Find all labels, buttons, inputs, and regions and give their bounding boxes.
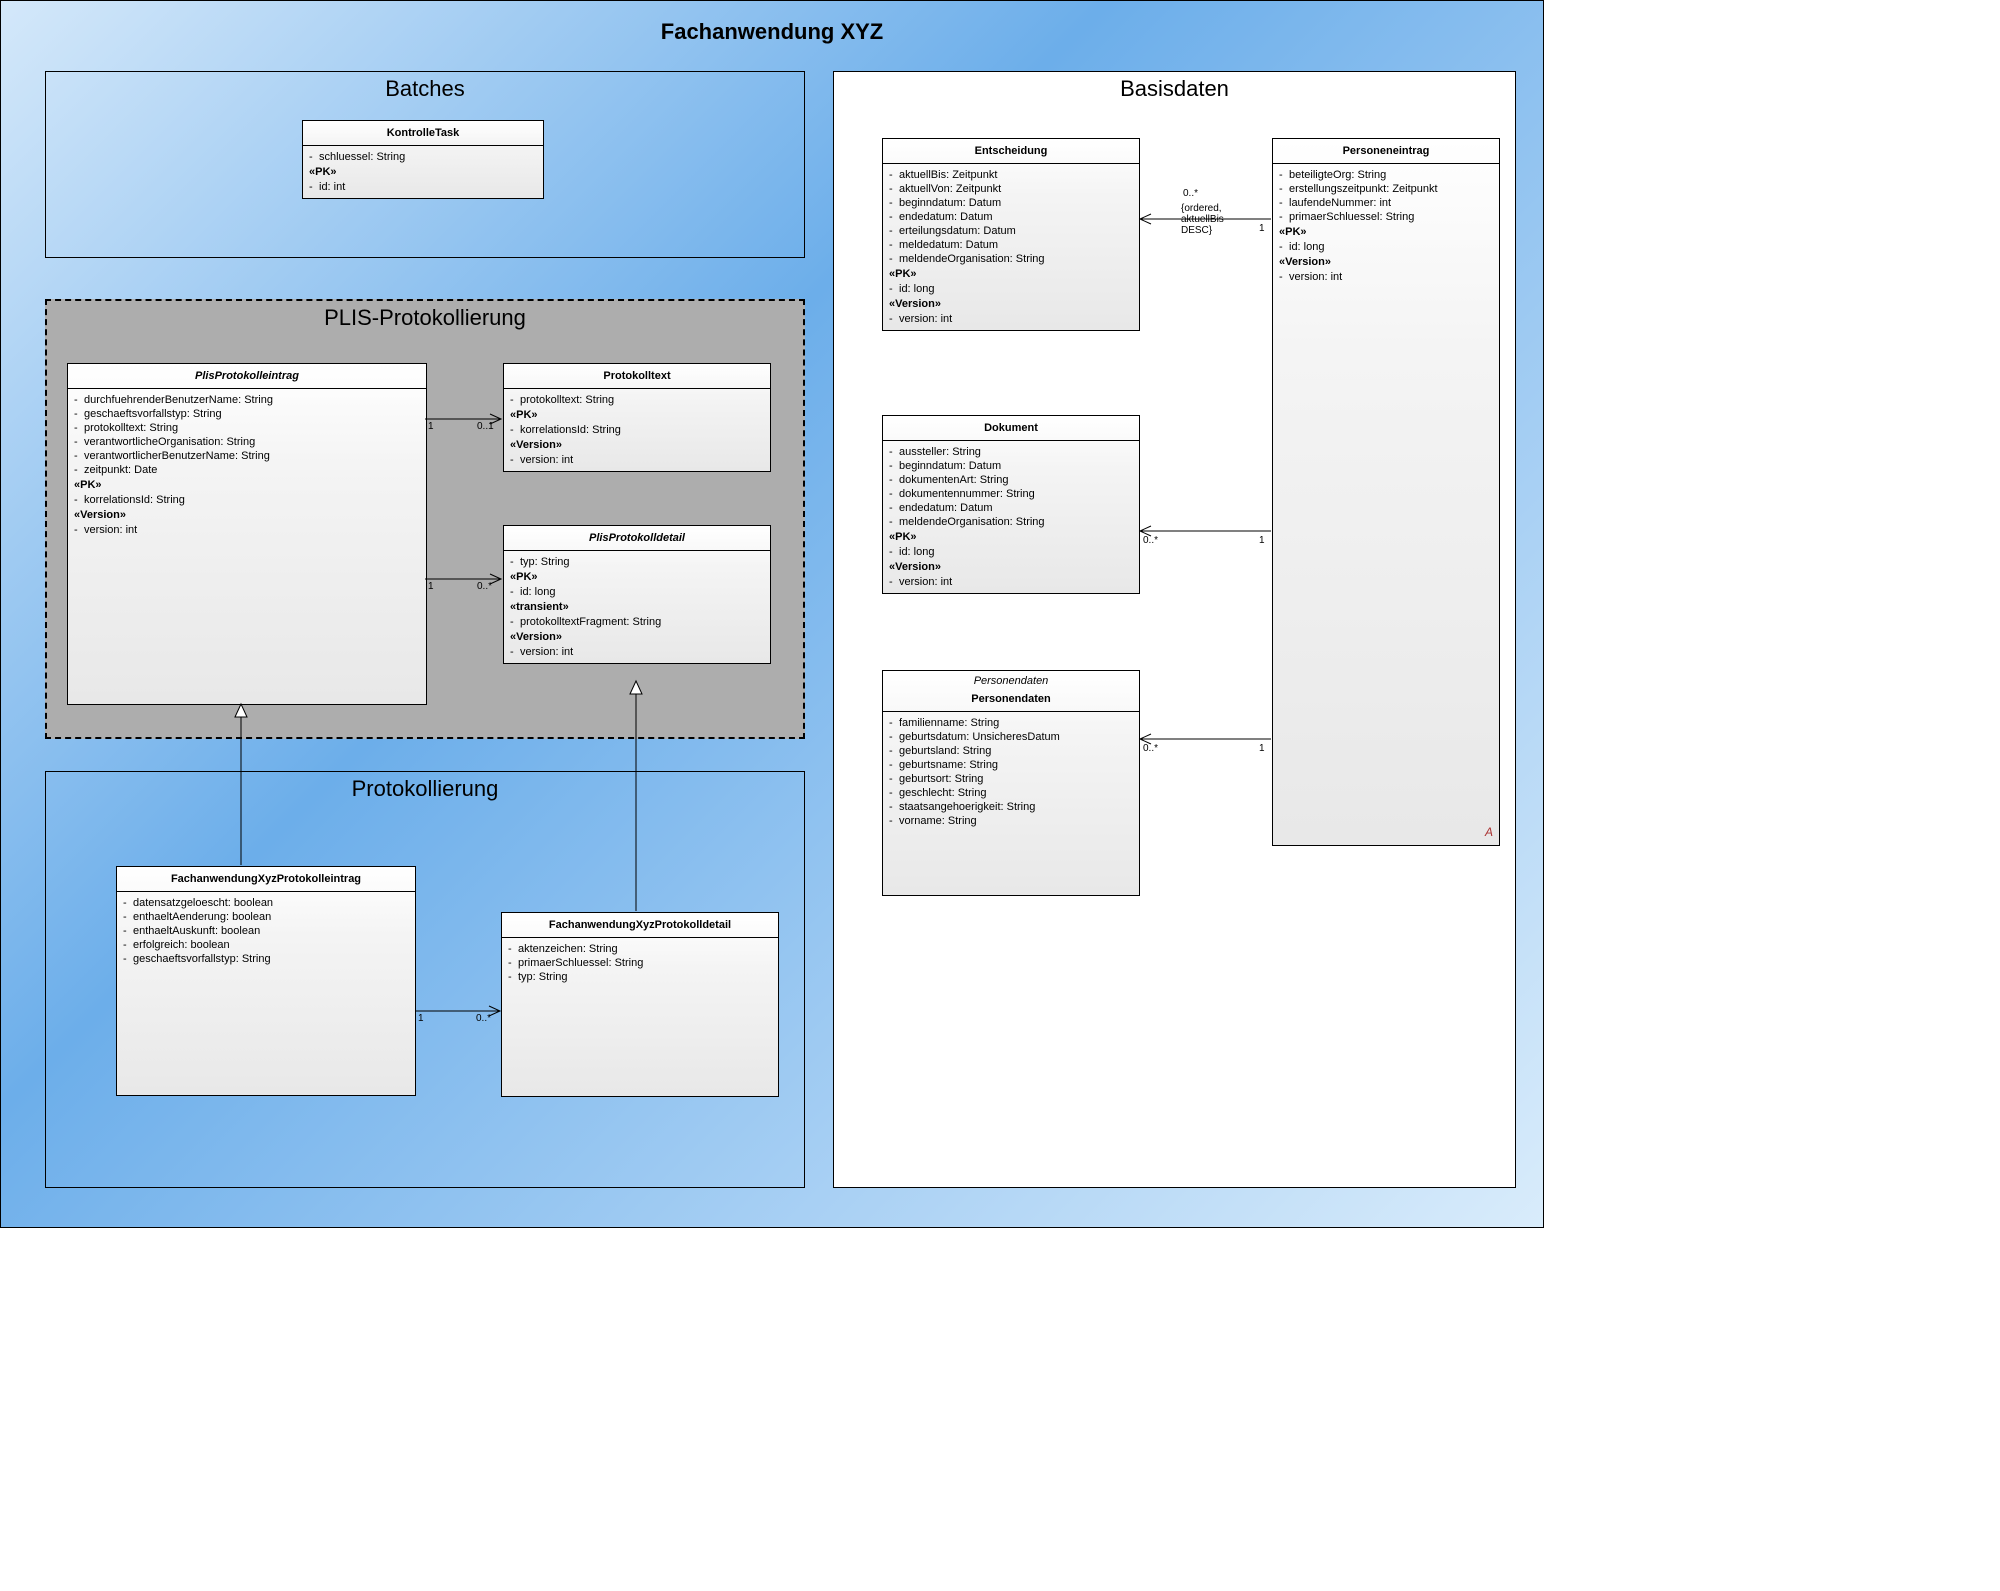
class-name: PlisProtokolleintrag <box>68 364 426 389</box>
package-title-basis: Basisdaten <box>834 72 1515 114</box>
attributes-section: -schluessel: String «PK» -id: int <box>303 146 543 198</box>
attributes-section: -datensatzgeloescht: boolean -enthaeltAe… <box>117 892 415 1092</box>
package-title-batches: Batches <box>46 72 804 114</box>
package-title-plis: PLIS-Protokollierung <box>47 301 803 343</box>
mult-label: 1 <box>1259 743 1265 754</box>
class-personendaten[interactable]: Personendaten Personendaten -familiennam… <box>882 670 1140 896</box>
package-batches: Batches KontrolleTask -schluessel: Strin… <box>45 71 805 258</box>
class-name: FachanwendungXyzProtokolleintrag <box>117 867 415 892</box>
class-dokument[interactable]: Dokument -aussteller: String -beginndatu… <box>882 415 1140 594</box>
class-protokolltext[interactable]: Protokolltext -protokolltext: String «PK… <box>503 363 771 472</box>
attributes-section: -aktuellBis: Zeitpunkt -aktuellVon: Zeit… <box>883 164 1139 330</box>
class-faxyz-protokolleintrag[interactable]: FachanwendungXyzProtokolleintrag -datens… <box>116 866 416 1096</box>
mult-label: 1 <box>1259 223 1265 234</box>
mult-label: 0..* <box>476 1013 491 1024</box>
mult-label: 1 <box>418 1013 424 1024</box>
class-name: Entscheidung <box>883 139 1139 164</box>
mult-label: 0..* <box>1183 188 1198 199</box>
class-name: Dokument <box>883 416 1139 441</box>
class-name: PlisProtokolldetail <box>504 526 770 551</box>
mult-label: 0..* <box>477 581 492 592</box>
package-basisdaten: Basisdaten Entscheidung -aktuellBis: Zei… <box>833 71 1516 1188</box>
class-kontrolle-task[interactable]: KontrolleTask -schluessel: String «PK» -… <box>302 120 544 199</box>
attributes-section: -aussteller: String -beginndatum: Datum … <box>883 441 1139 593</box>
class-name: Personendaten <box>883 687 1139 712</box>
diagram-canvas: Fachanwendung XYZ Batches KontrolleTask … <box>0 0 1544 1228</box>
abstract-marker: A <box>1485 825 1493 839</box>
attributes-section: -typ: String «PK» -id: long «transient» … <box>504 551 770 663</box>
mult-label: 1 <box>428 581 434 592</box>
class-faxyz-protokolldetail[interactable]: FachanwendungXyzProtokolldetail -aktenze… <box>501 912 779 1097</box>
attributes-section: -durchfuehrenderBenutzerName: String -ge… <box>68 389 426 699</box>
mult-label: 1 <box>428 421 434 432</box>
class-name: FachanwendungXyzProtokolldetail <box>502 913 778 938</box>
class-personeneintrag[interactable]: Personeneintrag -beteiligteOrg: String -… <box>1272 138 1500 846</box>
mult-label: 0..* <box>1143 743 1158 754</box>
mult-label: 1 <box>1259 535 1265 546</box>
package-protokollierung: Protokollierung FachanwendungXyzProtokol… <box>45 771 805 1188</box>
diagram-title: Fachanwendung XYZ <box>1 1 1543 45</box>
package-title-proto: Protokollierung <box>46 772 804 814</box>
attributes-section: -aktenzeichen: String -primaerSchluessel… <box>502 938 778 1093</box>
attributes-section: -beteiligteOrg: String -erstellungszeitp… <box>1273 164 1499 842</box>
mult-label: 0..1 <box>477 421 494 432</box>
attributes-section: -protokolltext: String «PK» -korrelation… <box>504 389 770 471</box>
class-name: KontrolleTask <box>303 121 543 146</box>
mult-label: 0..* <box>1143 535 1158 546</box>
package-plis: PLIS-Protokollierung PlisProtokolleintra… <box>45 299 805 739</box>
class-plis-protokolleintrag[interactable]: PlisProtokolleintrag -durchfuehrenderBen… <box>67 363 427 705</box>
class-name: Personeneintrag <box>1273 139 1499 164</box>
role-stereotype: Personendaten <box>883 671 1139 687</box>
class-name: Protokolltext <box>504 364 770 389</box>
ordering-label: {ordered, aktuellBis DESC} <box>1181 203 1251 236</box>
attributes-section: -familienname: String -geburtsdatum: Uns… <box>883 712 1139 890</box>
class-entscheidung[interactable]: Entscheidung -aktuellBis: Zeitpunkt -akt… <box>882 138 1140 331</box>
class-plis-protokolldetail[interactable]: PlisProtokolldetail -typ: String «PK» -i… <box>503 525 771 664</box>
